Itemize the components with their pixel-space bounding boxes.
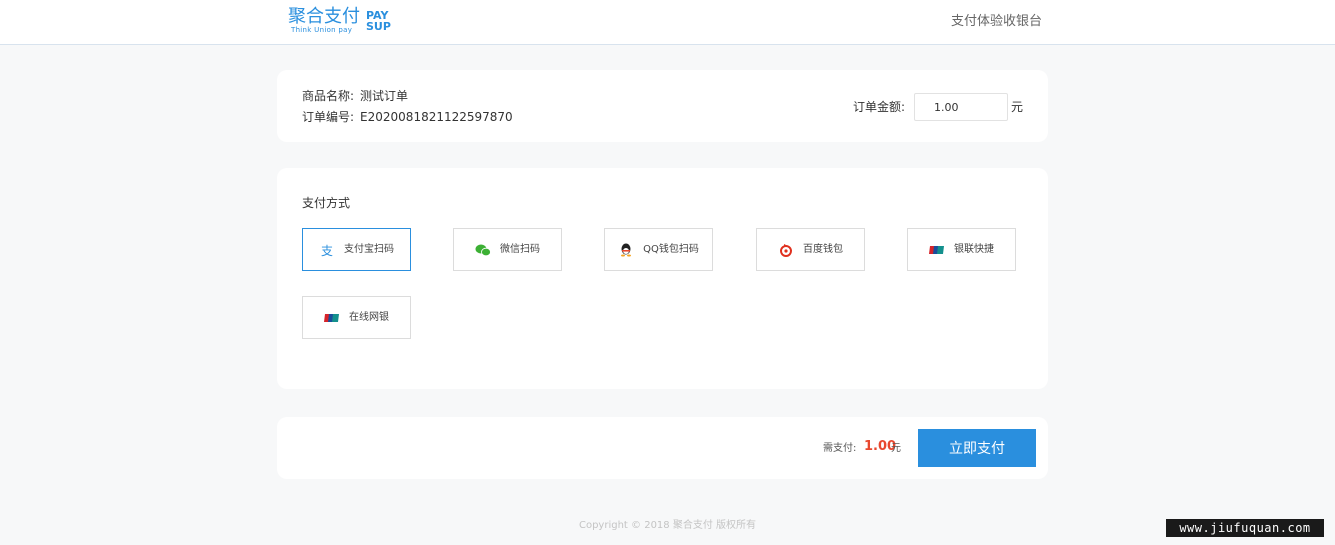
payment-option-label: 微信扫码	[500, 243, 540, 255]
order-info-card: 商品名称: 测试订单 订单编号: E2020081821122597870 订单金额…	[277, 70, 1048, 142]
payment-option-wechat[interactable]: 微信扫码	[453, 228, 562, 271]
payment-method-title: 支付方式	[302, 196, 351, 210]
order-number-label: 订单编号:	[302, 110, 355, 124]
site-logo[interactable]: 聚合支付 Think Union pay PAY SUP	[288, 6, 398, 36]
baidu-wallet-icon	[778, 243, 794, 257]
alipay-icon: 支	[319, 243, 335, 257]
payment-option-online-banking[interactable]: 在线网银	[302, 296, 411, 339]
qq-icon	[618, 243, 634, 257]
copyright-text: Copyright © 2018 聚合支付 版权所有	[578, 520, 757, 531]
payment-option-unionpay-quick[interactable]: 银联快捷	[907, 228, 1016, 271]
logo-sup-text: SUP	[366, 20, 391, 33]
payment-option-label: 支付宝扫码	[344, 243, 394, 255]
order-number-row: 订单编号: E2020081821122597870	[302, 110, 513, 124]
payment-option-label: 百度钱包	[803, 243, 843, 255]
order-amount-input[interactable]	[914, 93, 1008, 121]
payment-option-label: 银联快捷	[954, 243, 994, 255]
wechat-icon	[475, 243, 491, 257]
page-title: 支付体验收银台	[951, 14, 1043, 29]
payment-option-label: QQ钱包扫码	[643, 243, 699, 255]
payment-option-label: 在线网银	[349, 311, 389, 323]
order-number-value: E2020081821122597870	[360, 110, 513, 124]
logo-chinese-text: 聚合支付	[288, 6, 360, 27]
product-name-label: 商品名称:	[302, 89, 355, 103]
order-amount-unit: 元	[1011, 100, 1024, 114]
payment-option-alipay[interactable]: 支 支付宝扫码	[302, 228, 411, 271]
footer-copyright: Copyright © 2018 聚合支付 版权所有	[0, 519, 1335, 533]
order-amount-label: 订单金额:	[853, 100, 906, 114]
amount-due-label: 需支付:	[823, 443, 857, 454]
unionpay-icon	[929, 243, 945, 257]
payment-option-baidu-wallet[interactable]: 百度钱包	[756, 228, 865, 271]
unionpay-icon	[324, 311, 340, 325]
payment-method-card: 支付方式 支 支付宝扫码 微信扫码 QQ钱包扫码 百度钱包 银联快捷 在线网银	[277, 168, 1048, 389]
site-watermark: www.jiufuquan.com	[1166, 519, 1324, 537]
pay-now-button[interactable]: 立即支付	[918, 429, 1036, 467]
product-name-row: 商品名称: 测试订单	[302, 89, 408, 103]
svg-text:支: 支	[321, 244, 333, 257]
payment-option-qq[interactable]: QQ钱包扫码	[604, 228, 713, 271]
top-header: 聚合支付 Think Union pay PAY SUP 支付体验收银台	[0, 0, 1335, 45]
payment-submit-card: 需支付: 1.00 元 立即支付	[277, 417, 1048, 479]
product-name-value: 测试订单	[360, 89, 409, 103]
logo-english-subtitle: Think Union pay	[291, 26, 353, 34]
amount-due-unit: 元	[891, 443, 901, 454]
